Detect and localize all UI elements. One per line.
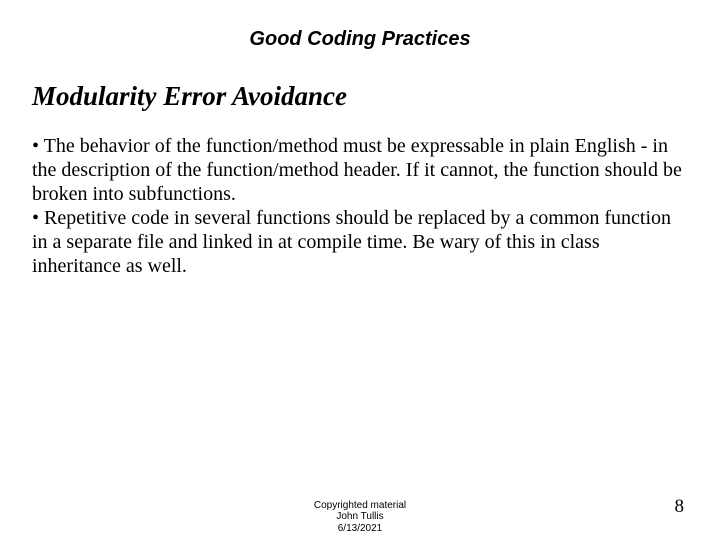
footer-date: 6/13/2021 (0, 523, 720, 535)
slide-footer: Copyrighted material John Tullis 6/13/20… (0, 500, 720, 535)
bullet-1: The behavior of the function/method must… (32, 135, 682, 205)
slide-header: Good Coding Practices (0, 0, 720, 51)
slide-title: Modularity Error Avoidance (0, 51, 720, 112)
bullet-2: Repetitive code in several functions sho… (32, 207, 671, 277)
footer-author: John Tullis (0, 511, 720, 523)
footer-copyright: Copyrighted material (0, 500, 720, 512)
page-number: 8 (675, 496, 685, 518)
slide-body: • The behavior of the function/method mu… (0, 112, 720, 278)
